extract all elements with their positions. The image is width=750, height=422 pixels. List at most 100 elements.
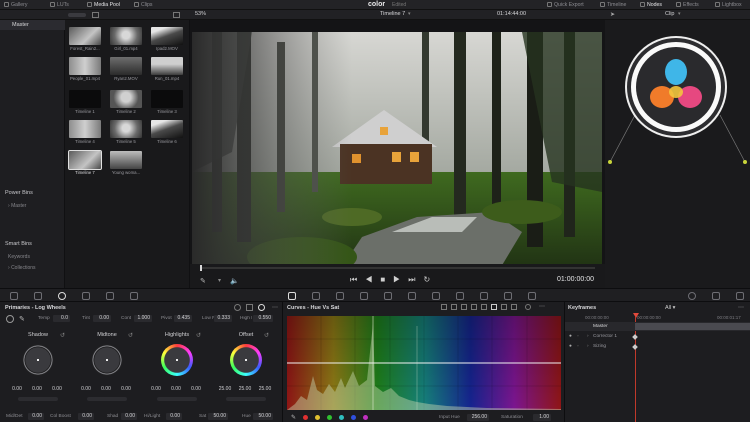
- reset-icon[interactable]: ↺: [264, 332, 269, 339]
- input-hue-field[interactable]: 256.00: [467, 414, 489, 421]
- tab-luts[interactable]: LUTs: [50, 1, 69, 9]
- curve-mode-icon[interactable]: [471, 304, 477, 310]
- chevron-right-icon[interactable]: ›: [587, 342, 589, 351]
- playhead-marker[interactable]: [633, 313, 639, 318]
- info-icon[interactable]: [234, 304, 241, 311]
- keyframes-filter[interactable]: All ▾: [665, 305, 675, 311]
- wheel-value[interactable]: 25.00: [216, 386, 234, 392]
- tab-effects[interactable]: Effects: [676, 1, 699, 9]
- offset-master-slider[interactable]: [226, 397, 266, 401]
- tint-field[interactable]: 0.00: [93, 315, 111, 322]
- curve-mode-icon[interactable]: [491, 304, 497, 310]
- window-icon[interactable]: [360, 292, 368, 300]
- pivot-field[interactable]: 0.435: [174, 315, 192, 322]
- picker-icon[interactable]: ✎: [19, 315, 25, 323]
- wheel-value[interactable]: 0.00: [167, 386, 185, 392]
- wheel-value[interactable]: 0.00: [28, 386, 46, 392]
- shadows-field[interactable]: 0.00: [121, 413, 137, 420]
- quick-export-button[interactable]: Quick Export: [547, 1, 584, 9]
- zoom-level[interactable]: 53%: [195, 11, 206, 17]
- thumbnail-size-slider[interactable]: [68, 13, 86, 17]
- highlights-field[interactable]: 0.00: [166, 413, 182, 420]
- wheel-value[interactable]: 0.00: [117, 386, 135, 392]
- eyedropper-icon[interactable]: ✎: [200, 277, 206, 285]
- media-thumbnail[interactable]: [110, 27, 142, 45]
- tab-media-pool[interactable]: Media Pool: [87, 1, 120, 9]
- camera-raw-icon[interactable]: [10, 292, 18, 300]
- media-thumbnail[interactable]: [151, 90, 183, 108]
- wheel-value[interactable]: 25.00: [236, 386, 254, 392]
- color-warper-icon[interactable]: [312, 292, 320, 300]
- mid-detail-field[interactable]: 0.00: [28, 413, 44, 420]
- curve-mode-icon[interactable]: [461, 304, 467, 310]
- key-icon[interactable]: [456, 292, 464, 300]
- timeline-name[interactable]: Timeline 7: [380, 11, 405, 17]
- eyedropper-icon[interactable]: ✎: [291, 414, 296, 421]
- list-view-icon[interactable]: [173, 12, 180, 18]
- chevron-right-icon[interactable]: ›: [587, 332, 589, 341]
- curve-mode-icon[interactable]: [451, 304, 457, 310]
- hdr-icon[interactable]: [130, 292, 138, 300]
- master-bin[interactable]: Master: [0, 20, 65, 30]
- media-thumbnail[interactable]: [151, 57, 183, 75]
- media-thumbnail[interactable]: [151, 120, 183, 138]
- hue-field[interactable]: 50.00: [253, 413, 273, 420]
- lock-icon[interactable]: ▫: [577, 342, 579, 351]
- stereo-icon[interactable]: [528, 292, 536, 300]
- playhead[interactable]: [200, 265, 202, 271]
- color-match-icon[interactable]: [34, 292, 42, 300]
- media-thumbnail[interactable]: [69, 90, 101, 108]
- video-frame[interactable]: [192, 32, 602, 282]
- tab-clips[interactable]: Clips: [134, 1, 153, 9]
- reset-icon[interactable]: [525, 304, 531, 310]
- reset-icon[interactable]: ↺: [196, 332, 201, 339]
- temp-field[interactable]: 0.0: [53, 315, 70, 322]
- keyframe-row-master[interactable]: Master: [565, 322, 750, 331]
- power-bin-master[interactable]: › Master: [8, 203, 26, 209]
- magic-mask-icon[interactable]: [408, 292, 416, 300]
- wheel-puck[interactable]: [106, 359, 108, 361]
- tracker-icon[interactable]: [384, 292, 392, 300]
- midtone-master-slider[interactable]: [87, 397, 127, 401]
- reset-icon[interactable]: ↺: [60, 332, 65, 339]
- reset-icon[interactable]: [246, 304, 253, 311]
- clip-menu[interactable]: Clip: [665, 11, 674, 17]
- more-options-icon[interactable]: ⋯: [539, 303, 545, 310]
- wheel-puck[interactable]: [245, 359, 247, 361]
- media-thumbnail[interactable]: [110, 57, 142, 75]
- reset-icon[interactable]: ↺: [128, 332, 133, 339]
- sizing-icon[interactable]: [480, 292, 488, 300]
- curve-mode-icon[interactable]: [441, 304, 447, 310]
- tab-timeline[interactable]: Timeline: [600, 1, 626, 9]
- grid-view-icon[interactable]: [92, 12, 99, 18]
- media-thumbnail[interactable]: [110, 90, 142, 108]
- wheel-value[interactable]: 0.00: [97, 386, 115, 392]
- low-range-field[interactable]: 0.333: [214, 315, 232, 322]
- more-options-icon[interactable]: ⋯: [272, 304, 278, 311]
- keyframe-diamond[interactable]: [632, 334, 638, 340]
- wheel-value[interactable]: 0.00: [48, 386, 66, 392]
- cyan-swatch[interactable]: [339, 415, 344, 420]
- wheel-value[interactable]: 0.00: [147, 386, 165, 392]
- chevron-down-icon[interactable]: ▾: [218, 277, 221, 284]
- blue-swatch[interactable]: [351, 415, 356, 420]
- wheel-puck[interactable]: [37, 359, 39, 361]
- chevron-down-icon[interactable]: ▾: [678, 11, 681, 17]
- media-thumbnail-selected[interactable]: [68, 150, 102, 170]
- wheel-puck[interactable]: [176, 359, 178, 361]
- tab-gallery[interactable]: Gallery: [4, 1, 27, 9]
- hue-vs-sat-graph[interactable]: [287, 316, 561, 410]
- smart-bin-collections[interactable]: › Collections: [8, 265, 36, 271]
- saturation-field[interactable]: 1.00: [533, 414, 551, 421]
- keyframe-row-corrector[interactable]: ● ▫ › Corrector 1: [565, 332, 750, 341]
- green-swatch[interactable]: [327, 415, 332, 420]
- curve-mode-icon[interactable]: [501, 304, 507, 310]
- saturation-field[interactable]: 50.00: [208, 413, 228, 420]
- keyframe-diamond[interactable]: [632, 344, 638, 350]
- lock-icon[interactable]: ▫: [577, 332, 579, 341]
- media-thumbnail[interactable]: [69, 27, 101, 45]
- blur-icon[interactable]: [432, 292, 440, 300]
- timeline-scrubber[interactable]: [200, 267, 595, 269]
- tab-nodes[interactable]: Nodes: [640, 1, 662, 9]
- media-thumbnail[interactable]: [69, 120, 101, 138]
